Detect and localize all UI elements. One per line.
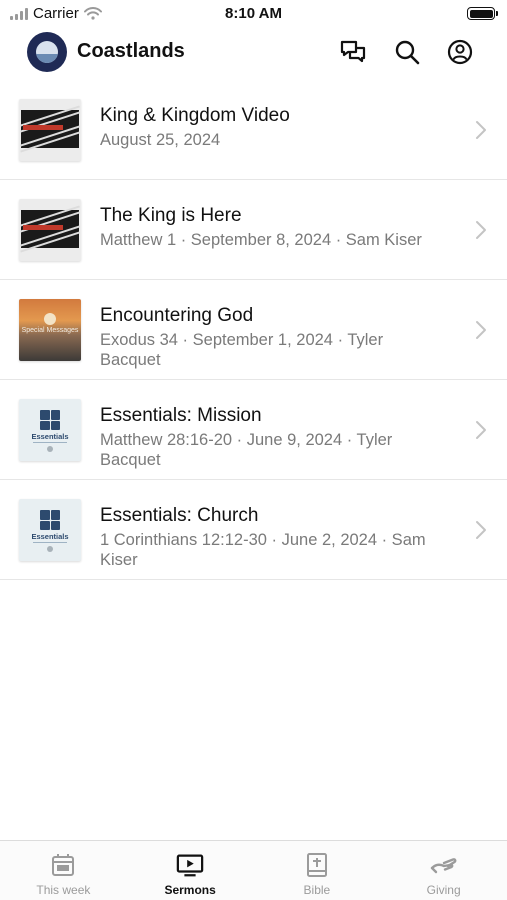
search-icon — [395, 40, 420, 65]
sermon-title: King & Kingdom Video — [100, 105, 290, 126]
chat-bubbles-icon — [340, 40, 366, 63]
sermon-thumbnail: Special Messages — [19, 299, 81, 361]
tab-sermons[interactable]: Sermons — [127, 841, 254, 900]
chevron-right-icon — [476, 121, 486, 139]
sermon-meta: Exodus 34 · September 1, 2024 · Tyler Ba… — [100, 331, 384, 369]
profile-button[interactable] — [444, 36, 476, 68]
sermon-meta: August 25, 2024 — [100, 131, 221, 149]
giving-hand-icon — [430, 858, 457, 874]
thumbnail-label: Essentials — [31, 532, 69, 541]
thumbnail-label: Special Messages — [21, 327, 79, 334]
chevron-right-icon — [476, 221, 486, 239]
sermon-thumbnail — [19, 99, 81, 161]
sermon-title: The King is Here — [100, 205, 242, 226]
chevron-right-icon — [476, 421, 486, 439]
calendar-icon — [52, 854, 75, 876]
app-header: Coastlands — [0, 30, 507, 76]
sermon-meta: 1 Corinthians 12:12-30 · June 2, 2024 · … — [100, 531, 426, 569]
sermon-meta: Matthew 1 · September 8, 2024 · Sam Kise… — [100, 231, 422, 249]
tab-bible[interactable]: Bible — [254, 841, 381, 900]
battery-icon — [467, 7, 498, 20]
app-title: Coastlands — [77, 40, 185, 62]
sermon-thumbnail — [19, 199, 81, 261]
sermon-list-item[interactable]: King & Kingdom Video August 25, 2024 — [0, 80, 507, 180]
sermon-list-item[interactable]: Special Messages Encountering God Exodus… — [0, 280, 507, 380]
status-bar: Carrier 8:10 AM — [0, 0, 507, 28]
bible-icon — [306, 853, 327, 877]
sermon-list-item[interactable]: Essentials Essentials: Church 1 Corinthi… — [0, 480, 507, 580]
sermon-title: Encountering God — [100, 305, 254, 326]
profile-icon — [447, 39, 473, 65]
sermon-list-item[interactable]: The King is Here Matthew 1 · September 8… — [0, 180, 507, 280]
sermon-list: King & Kingdom Video August 25, 2024 The… — [0, 80, 507, 580]
church-logo[interactable] — [27, 32, 67, 72]
tab-label: Bible — [303, 883, 331, 897]
chevron-right-icon — [476, 521, 486, 539]
chevron-right-icon — [476, 321, 486, 339]
sermon-list-item[interactable]: Essentials Essentials: Mission Matthew 2… — [0, 380, 507, 480]
messages-button[interactable] — [337, 36, 369, 68]
sermon-thumbnail: Essentials — [19, 499, 81, 561]
sermon-meta: Matthew 28:16-20 · June 9, 2024 · Tyler … — [100, 431, 393, 469]
search-button[interactable] — [391, 36, 423, 68]
sermon-title: Essentials: Church — [100, 505, 259, 526]
thumbnail-label: Essentials — [31, 432, 69, 441]
tab-label: Sermons — [164, 883, 216, 897]
sermon-thumbnail: Essentials — [19, 399, 81, 461]
sermon-title: Essentials: Mission — [100, 405, 262, 426]
tab-label: This week — [36, 883, 91, 897]
tab-giving[interactable]: Giving — [380, 841, 507, 900]
video-play-icon — [176, 854, 204, 877]
tab-label: Giving — [426, 883, 461, 897]
tab-bar: This week Sermons Bible Giving — [0, 840, 507, 900]
tab-this-week[interactable]: This week — [0, 841, 127, 900]
status-time: 8:10 AM — [225, 5, 282, 22]
